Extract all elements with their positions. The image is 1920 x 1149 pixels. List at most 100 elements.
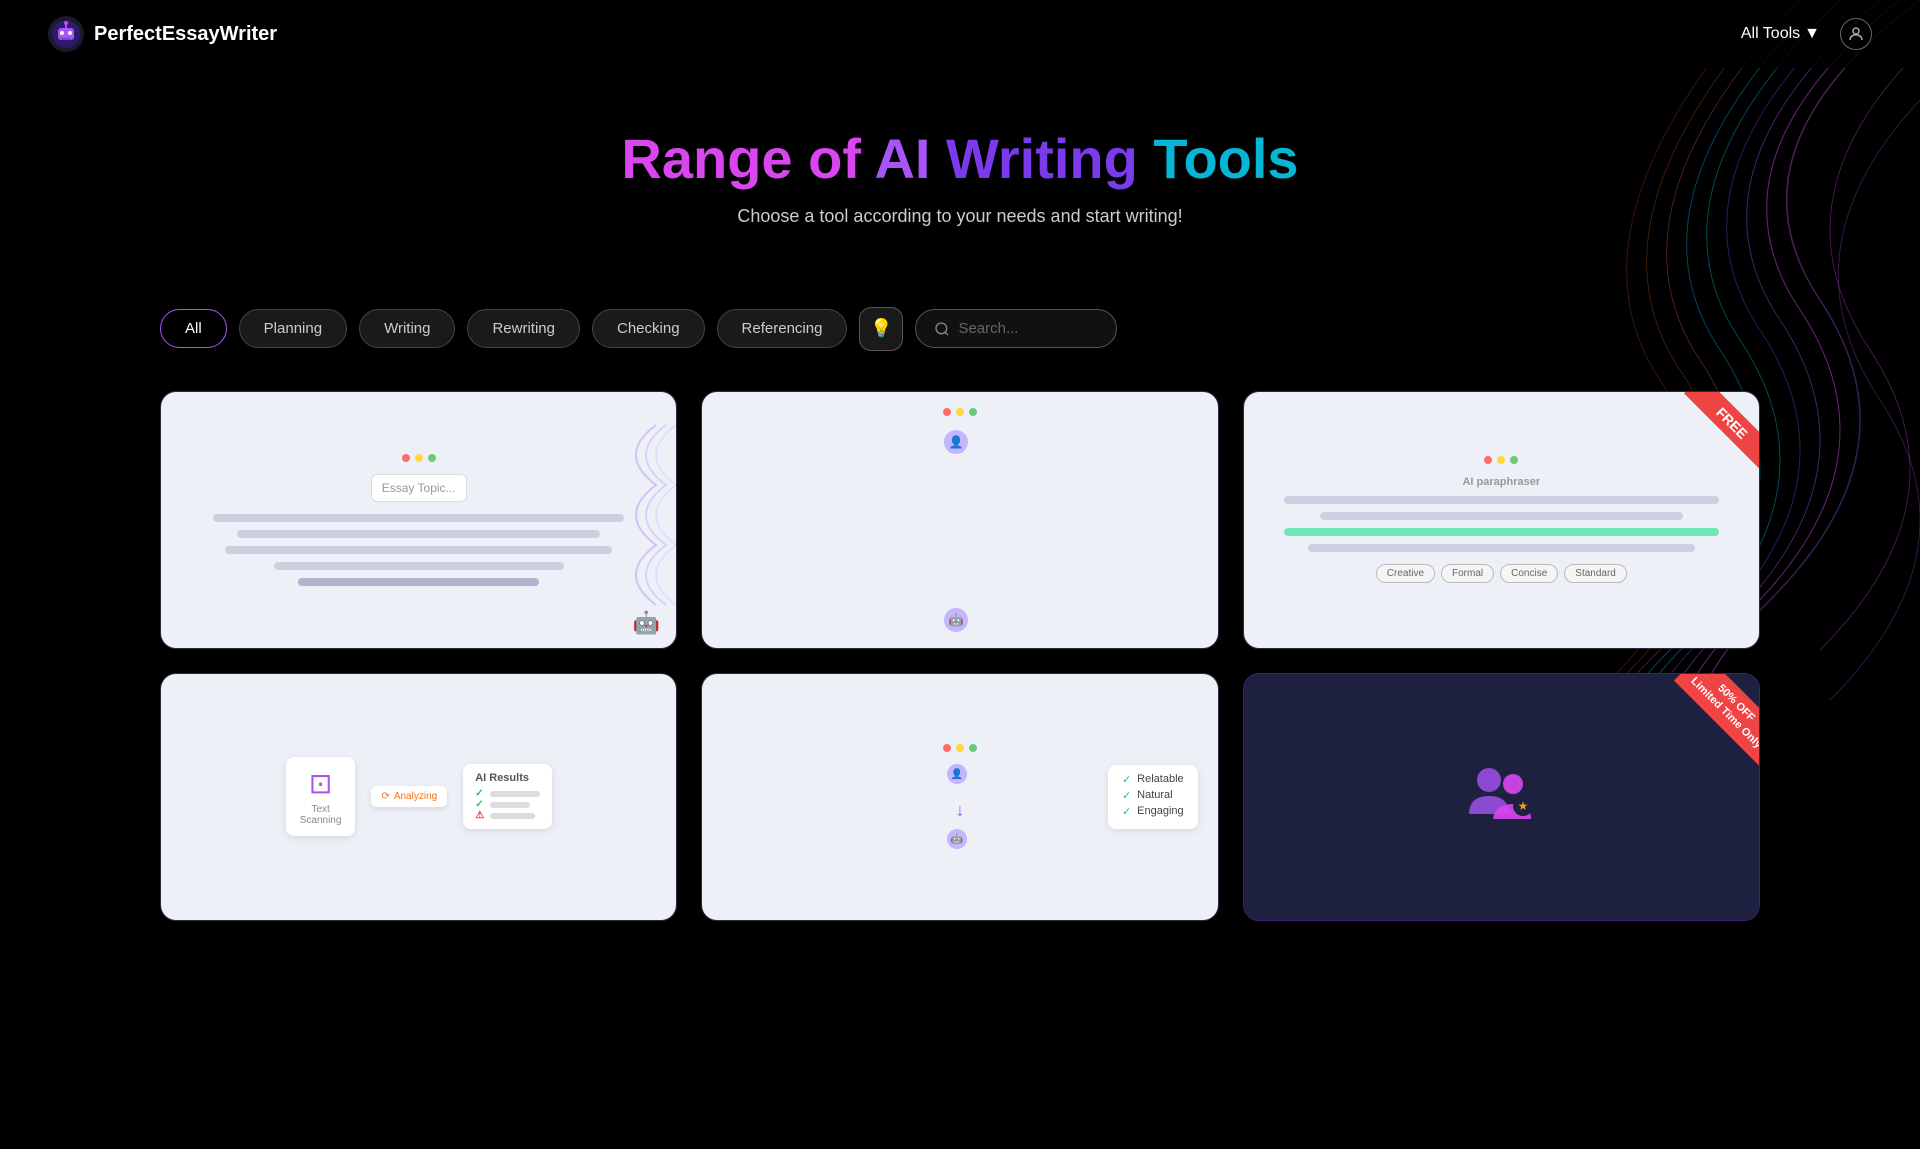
para-tags: Creative Formal Concise Standard [1376,564,1627,583]
navbar: PerfectEssayWriter All Tools ▼ [0,0,1920,68]
preview-line [213,514,624,522]
preview-line [1308,544,1695,552]
fifty-off-ribbon: 50% OFFLimited Time Only [1674,674,1759,765]
essay-writer-bot-icon: 🤖 [633,610,660,636]
arrow-down-icon: ↓ [955,800,964,821]
dot-yellow [956,744,964,752]
svg-text:★: ★ [1518,799,1529,813]
dot-red [943,408,951,416]
card-preview-detector: ⊡ TextScanning ⟳ Analyzing AI Results ✓ … [161,674,676,920]
check-mark-relatable: ✓ [1122,773,1131,786]
card-preview-humanizer: 👤 ↓ 🤖 ✓ Relatable [702,674,1217,920]
free-ribbon: FREE [1684,392,1759,471]
filter-bar: All Planning Writing Rewriting Checking … [0,307,1920,351]
para-tag-formal: Formal [1441,564,1494,583]
lightbulb-icon: 💡 [870,318,892,339]
hero-title: Range of AI Writing Tools [48,128,1872,190]
analyzing-area: ⟳ Analyzing [371,786,447,807]
ribbon-wrapper-hire: 50% OFFLimited Time Only [1659,674,1759,774]
card-body-humanizer: AI Humanizer Transform AI text into natu… [702,920,1217,921]
human-avatar-2: 🤖 [947,829,967,849]
card-body-chat: PerfectChatGPT Get instant answers and i… [702,648,1217,649]
para-label: AI paraphraser [1462,476,1540,488]
preview-essay-topic: Essay Topic... [371,474,467,502]
card-essay-writer[interactable]: Essay Topic... 🤖 AI Essay Writer Write f… [160,391,677,649]
result-line [490,791,540,797]
lightbulb-button[interactable]: 💡 [859,307,903,351]
check-mark-natural: ✓ [1122,789,1131,802]
para-green-bar [1284,528,1719,536]
card-paraphrasing[interactable]: FREE AI paraphraser Creative Formal Conc… [1243,391,1760,649]
title-ai: AI [874,127,946,190]
result-line-2 [490,802,530,808]
scan-label: TextScanning [300,804,342,826]
preview-line [1320,512,1682,520]
card-preview-chat: 👤 🤖 [702,392,1217,648]
hero-subtitle: Choose a tool according to your needs an… [48,206,1872,227]
scan-icon: ⊡ [300,767,342,800]
analyzing-dot: ⟳ [381,791,389,802]
title-range: Range of [621,127,874,190]
search-input[interactable] [958,320,1098,337]
check-label-natural: Natural [1137,789,1172,801]
search-icon [934,321,950,337]
card-humanizer[interactable]: 👤 ↓ 🤖 ✓ Relatable [701,673,1218,921]
card-body-essay: AI Essay Writer Write flawless, customiz… [161,648,676,649]
card-hire-writer[interactable]: 50% OFFLimited Time Only ★ Hire Human Wr… [1243,673,1760,921]
analyzing-badge: ⟳ Analyzing [371,786,447,807]
preview-line [274,562,564,570]
filter-tab-planning[interactable]: Planning [239,309,347,348]
dot-yellow [415,454,423,462]
check-icon-2: ✓ [475,799,483,810]
chat-avatar: 👤 [944,430,968,454]
preview-line [225,546,612,554]
check-item-engaging: ✓ Engaging [1122,805,1184,818]
card-chat-gpt[interactable]: 👤 🤖 PerfectChatGPT Get instant answers a… [701,391,1218,649]
title-tools: Tools [1153,127,1298,190]
preview-dots-chat [943,408,977,416]
nav-right: All Tools ▼ [1741,18,1872,50]
warning-icon: ⚠ [475,810,484,821]
hire-writer-icon-area: ★ [1461,754,1541,839]
filter-tab-referencing[interactable]: Referencing [717,309,848,348]
user-icon[interactable] [1840,18,1872,50]
dot-red [943,744,951,752]
detector-result-box: AI Results ✓ ✓ ⚠ [463,764,551,829]
filter-tab-all[interactable]: All [160,309,227,348]
filter-tab-rewriting[interactable]: Rewriting [467,309,580,348]
preview-line [1284,496,1719,504]
card-body-para: Paraphrasing Tool Revise and enhance you… [1244,648,1759,649]
detector-row-3: ⚠ [475,810,539,821]
hire-writer-icon: ★ [1461,754,1541,834]
preview-line [237,530,599,538]
arrow-down-area: ↓ [955,800,964,821]
filter-tab-writing[interactable]: Writing [359,309,455,348]
detector-row-1: ✓ [475,788,539,799]
check-label-engaging: Engaging [1137,805,1184,817]
analyzing-text: Analyzing [394,791,437,802]
dot-red [1484,456,1492,464]
human-row-2: 🤖 [947,829,973,849]
human-row-1: 👤 [947,764,973,784]
para-tag-concise: Concise [1500,564,1558,583]
filter-tab-checking[interactable]: Checking [592,309,705,348]
check-mark-engaging: ✓ [1122,805,1131,818]
check-label-relatable: Relatable [1137,773,1183,785]
card-detector[interactable]: ⊡ TextScanning ⟳ Analyzing AI Results ✓ … [160,673,677,921]
logo[interactable]: PerfectEssayWriter [48,16,277,52]
card-body-detector: AI Detector Detect AI-generated content … [161,920,676,921]
all-tools-button[interactable]: All Tools ▼ [1741,25,1820,43]
card-body-hire: Hire Human Writer High quality, 0 Plagia… [1244,920,1759,921]
detector-result-title: AI Results [475,772,539,784]
dot-green [969,744,977,752]
check-item-relatable: ✓ Relatable [1122,773,1184,786]
ribbon-wrapper: FREE [1659,392,1759,492]
detector-scan-box: ⊡ TextScanning [286,757,356,836]
preview-dots [402,454,436,462]
human-avatar-1: 👤 [947,764,967,784]
para-tag-creative: Creative [1376,564,1435,583]
dot-green [969,408,977,416]
title-writing: Writing [946,127,1153,190]
logo-text: PerfectEssayWriter [94,23,277,46]
dot-yellow [1497,456,1505,464]
